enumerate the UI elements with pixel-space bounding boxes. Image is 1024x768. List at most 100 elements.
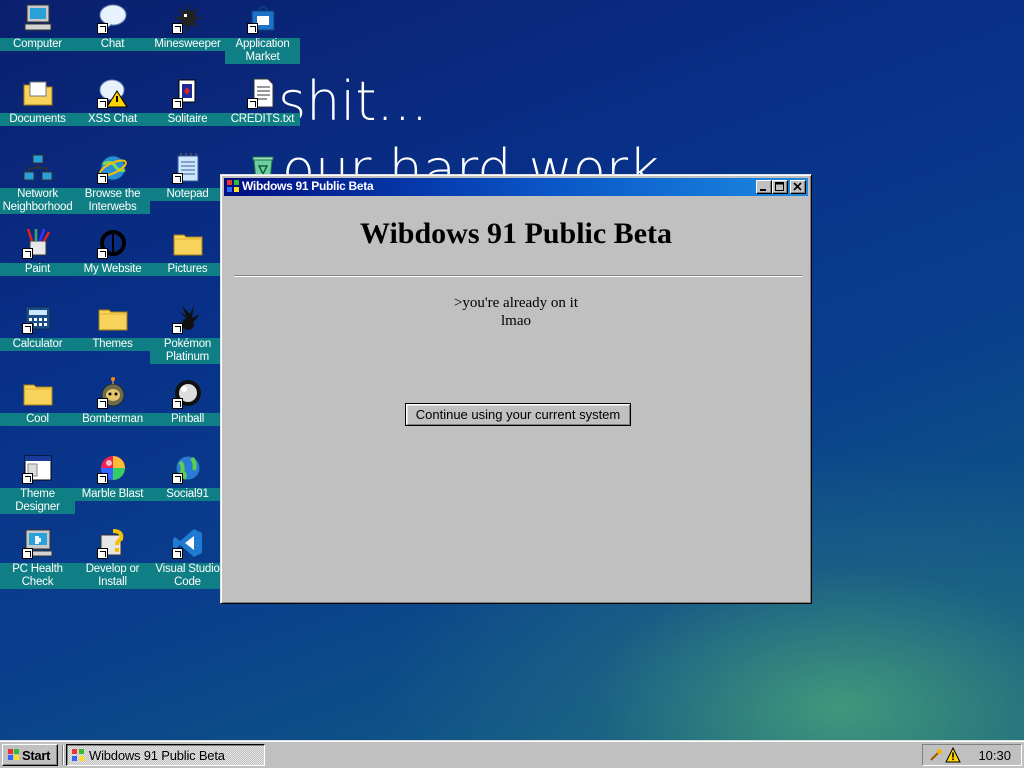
desktop-icon-pc-health-check[interactable]: PC Health Check: [0, 526, 75, 601]
shortcut-arrow-icon: [22, 248, 33, 259]
tools-icon[interactable]: [929, 748, 943, 762]
shortcut-arrow-icon: [172, 398, 183, 409]
notepad-icon: [172, 152, 204, 184]
marble-icon: [97, 452, 129, 484]
desktop-icon-bomberman[interactable]: Bomberman: [75, 376, 150, 451]
folder-icon: [172, 227, 204, 259]
vscode-icon: [172, 527, 204, 559]
divider: [234, 275, 802, 277]
computer-icon: [22, 2, 54, 34]
window-titlebar[interactable]: Wibdows 91 Public Beta: [224, 178, 808, 196]
desktop-icon-social91[interactable]: Social91: [150, 451, 225, 526]
window-title: Wibdows 91 Public Beta: [242, 179, 374, 193]
shortcut-arrow-icon: [97, 248, 108, 259]
shortcut-arrow-icon: [172, 23, 183, 34]
desktop-icon-documents[interactable]: Documents: [0, 76, 75, 151]
beta-dialog-window: Wibdows 91 Public Beta Wibdows 91 Public…: [220, 174, 812, 604]
browser-globe-icon: [97, 152, 129, 184]
desktop-icon-notepad[interactable]: Notepad: [150, 151, 225, 226]
social-globe-icon: [172, 452, 204, 484]
desktop-icon-theme-designer[interactable]: Theme Designer: [0, 451, 75, 526]
desktop-icon-pinball[interactable]: Pinball: [150, 376, 225, 451]
desktop-icon-label: CREDITS.txt: [225, 113, 300, 126]
desktop-icon-chat[interactable]: Chat: [75, 1, 150, 76]
desktop-icon-cool[interactable]: Cool: [0, 376, 75, 451]
start-label: Start: [22, 748, 51, 763]
maximize-icon: [775, 182, 784, 191]
close-button[interactable]: [790, 180, 806, 194]
continue-button[interactable]: Continue using your current system: [405, 403, 631, 426]
warning-icon[interactable]: [945, 746, 961, 763]
shortcut-arrow-icon: [97, 173, 108, 184]
health-check-icon: [22, 527, 54, 559]
close-icon: [793, 182, 802, 191]
desktop-icon-computer[interactable]: Computer: [0, 1, 75, 76]
desktop-icon-label: Pictures: [150, 263, 225, 276]
desktop-icon-credits-txt[interactable]: CREDITS.txt: [225, 76, 300, 151]
desktop-icon-marble-blast[interactable]: Marble Blast: [75, 451, 150, 526]
desktop-icon-label: Marble Blast: [75, 488, 150, 501]
app-logo-icon: [226, 179, 240, 193]
theme-designer-icon: [22, 452, 54, 484]
documents-folder-icon: [22, 77, 54, 109]
desktop-icon-label: PC Health Check: [0, 563, 75, 589]
desktop-icon-develop-or-install[interactable]: Develop or Install: [75, 526, 150, 601]
calculator-icon: [22, 302, 54, 334]
desktop-icon-browse-the-interwebs[interactable]: Browse the Interwebs: [75, 151, 150, 226]
app-market-icon: [247, 2, 279, 34]
desktop-icon-label: Notepad: [150, 188, 225, 201]
desktop-icon-label: Visual Studio Code: [150, 563, 225, 589]
desktop-icon-visual-studio-code[interactable]: Visual Studio Code: [150, 526, 225, 601]
taskbar-item-beta[interactable]: Wibdows 91 Public Beta: [66, 744, 265, 766]
desktop-icon-label: Social91: [150, 488, 225, 501]
desktop-icon-minesweeper[interactable]: Minesweeper: [150, 1, 225, 76]
shortcut-arrow-icon: [172, 323, 183, 334]
desktop-icon-solitaire[interactable]: Solitaire: [150, 76, 225, 151]
desktop-icon-label: Themes: [75, 338, 150, 351]
desktop-icon-my-website[interactable]: My Website: [75, 226, 150, 301]
desktop-icon-paint[interactable]: Paint: [0, 226, 75, 301]
desktop-icon-label: Solitaire: [150, 113, 225, 126]
shortcut-arrow-icon: [247, 23, 258, 34]
solitaire-icon: [172, 77, 204, 109]
desktop-icon-application-market[interactable]: Application Market: [225, 1, 300, 76]
desktop-icon-label: Browse the Interwebs: [75, 188, 150, 214]
develop-icon: [97, 527, 129, 559]
desktop-icon-xss-chat[interactable]: XSS Chat: [75, 76, 150, 151]
paint-icon: [22, 227, 54, 259]
shortcut-arrow-icon: [97, 23, 108, 34]
shortcut-arrow-icon: [172, 548, 183, 559]
shortcut-arrow-icon: [22, 473, 33, 484]
desktop-icon-pok-mon-platinum[interactable]: Pokémon Platinum: [150, 301, 225, 376]
bomberman-icon: [97, 377, 129, 409]
desktop-icon-label: My Website: [75, 263, 150, 276]
window-body: Wibdows 91 Public Beta >you're already o…: [224, 197, 808, 600]
message-line-2: lmao: [501, 313, 531, 329]
taskbar: Start Wibdows 91 Public Beta 10:30: [0, 740, 1024, 768]
windows-logo-icon: [6, 748, 22, 762]
desktop-icon-calculator[interactable]: Calculator: [0, 301, 75, 376]
desktop-icon-label: Pokémon Platinum: [150, 338, 225, 364]
desktop-icon-label: Network Neighborhood: [0, 188, 75, 214]
shortcut-arrow-icon: [247, 98, 258, 109]
folder-icon: [97, 302, 129, 334]
desktop-icon-label: Cool: [0, 413, 75, 426]
shortcut-arrow-icon: [22, 548, 33, 559]
shortcut-arrow-icon: [172, 98, 183, 109]
mine-icon: [172, 2, 204, 34]
shortcut-arrow-icon: [97, 473, 108, 484]
desktop-icon-themes[interactable]: Themes: [75, 301, 150, 376]
desktop-icon-label: XSS Chat: [75, 113, 150, 126]
start-button[interactable]: Start: [2, 744, 58, 766]
website-icon: [97, 227, 129, 259]
desktop-icon-label: Theme Designer: [0, 488, 75, 514]
desktop-icon-label: Documents: [0, 113, 75, 126]
desktop-icon-network-neighborhood[interactable]: Network Neighborhood: [0, 151, 75, 226]
maximize-button[interactable]: [772, 180, 788, 194]
dialog-heading: Wibdows 91 Public Beta: [360, 217, 672, 250]
clock[interactable]: 10:30: [978, 748, 1011, 763]
folder-icon: [22, 377, 54, 409]
desktop-icon-pictures[interactable]: Pictures: [150, 226, 225, 301]
desktop-icon-label: Bomberman: [75, 413, 150, 426]
minimize-button[interactable]: [756, 180, 772, 194]
